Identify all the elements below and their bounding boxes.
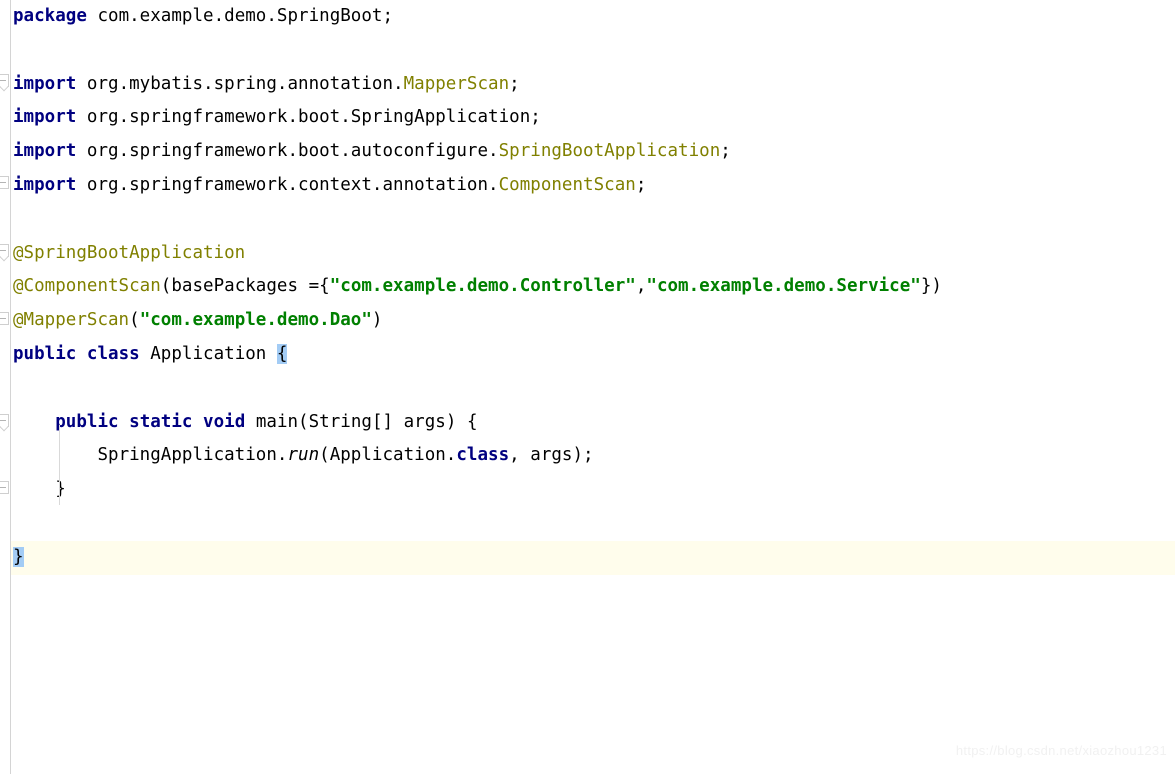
code-line-class-close-brace[interactable]: } [0, 540, 1175, 575]
comma: , [635, 276, 647, 297]
code-line-blank[interactable] [0, 372, 1175, 406]
keyword-void: void [203, 411, 246, 432]
gutter-separator [10, 0, 11, 774]
annotation-springbootapplication: @SpringBootApplication [13, 242, 246, 263]
code-line-class-declaration[interactable]: public class Application { [0, 338, 1175, 372]
code-line-import-componentscan[interactable]: import org.springframework.context.annot… [0, 169, 1175, 203]
matching-brace-open: { [276, 343, 288, 364]
package-name: com.example.demo.SpringBoot; [86, 6, 394, 26]
code-line-blank[interactable] [0, 34, 1175, 68]
code-line-import-springbootapplication[interactable]: import org.springframework.boot.autoconf… [0, 135, 1175, 169]
indent-guide [59, 425, 60, 505]
code-line-blank[interactable] [0, 507, 1175, 541]
keyword-class-literal: class [456, 445, 510, 466]
main-signature: main(String[] args) { [245, 411, 478, 432]
code-line-main-signature[interactable]: public static void main(String[] args) { [0, 406, 1175, 440]
keyword-static: static [129, 411, 193, 432]
receiver-springapplication: SpringApplication. [97, 445, 288, 466]
watermark-url: https://blog.csdn.net/xiaozhou1231 [955, 743, 1167, 758]
annotation-arg-open: (basePackages ={ [160, 276, 330, 297]
java-code-editor[interactable]: package com.example.demo.SpringBoot; imp… [0, 0, 1175, 774]
import-path: org.springframework.boot.autoconfigure. [76, 141, 499, 162]
keyword-public: public [55, 411, 119, 432]
code-line-annotation-springbootapplication[interactable]: @SpringBootApplication [0, 237, 1175, 271]
method-run: run [287, 445, 320, 466]
code-line-package[interactable]: package com.example.demo.SpringBoot; [0, 0, 1175, 34]
keyword-import: import [13, 73, 77, 94]
import-type: SpringBootApplication [498, 141, 721, 162]
import-path: org.springframework.boot.SpringApplicati… [76, 107, 541, 128]
fold-marker-icon[interactable] [0, 244, 9, 257]
keyword-public: public [13, 343, 77, 364]
import-type: MapperScan [403, 73, 510, 94]
string-service-package: "com.example.demo.Service" [646, 276, 921, 297]
annotation-arg-close: ) [371, 310, 383, 331]
fold-marker-icon[interactable] [0, 176, 9, 189]
code-content[interactable]: package com.example.demo.SpringBoot; imp… [0, 0, 1175, 774]
import-type: ComponentScan [498, 174, 636, 195]
code-line-import-springapplication[interactable]: import org.springframework.boot.SpringAp… [0, 101, 1175, 135]
fold-marker-icon[interactable] [0, 414, 9, 427]
keyword-import: import [13, 107, 77, 128]
annotation-componentscan: @ComponentScan [13, 276, 161, 297]
keyword-package: package [13, 6, 87, 26]
string-dao-package: "com.example.demo.Dao" [139, 310, 372, 331]
code-line-import-mapperscan[interactable]: import org.mybatis.spring.annotation.Map… [0, 68, 1175, 102]
semicolon: ; [720, 141, 731, 162]
code-line-springapplication-run[interactable]: SpringApplication.run(Application.class,… [0, 439, 1175, 473]
keyword-import: import [13, 141, 77, 162]
code-line-annotation-componentscan[interactable]: @ComponentScan(basePackages ={"com.examp… [0, 270, 1175, 304]
annotation-arg-open: ( [129, 310, 140, 331]
annotation-arg-close: }) [920, 276, 942, 297]
class-name: Application [139, 343, 277, 364]
keyword-class: class [86, 343, 140, 364]
code-line-method-close-brace[interactable]: } [0, 473, 1175, 507]
import-path: org.mybatis.spring.annotation. [76, 73, 404, 94]
annotation-mapperscan: @MapperScan [13, 310, 130, 331]
import-path: org.springframework.context.annotation. [76, 174, 499, 195]
semicolon: ; [509, 73, 520, 94]
closing-brace: } [55, 479, 66, 500]
arg-application: (Application. [319, 445, 457, 466]
arg-args: , args); [509, 445, 594, 466]
matching-brace-close: } [13, 546, 24, 567]
fold-marker-icon[interactable] [0, 312, 9, 325]
fold-marker-icon[interactable] [0, 481, 9, 494]
code-line-blank[interactable] [0, 203, 1175, 237]
code-line-annotation-mapperscan[interactable]: @MapperScan("com.example.demo.Dao") [0, 304, 1175, 338]
semicolon: ; [635, 174, 647, 195]
keyword-import: import [13, 174, 77, 195]
string-controller-package: "com.example.demo.Controller" [329, 276, 636, 297]
fold-marker-icon[interactable] [0, 74, 9, 87]
